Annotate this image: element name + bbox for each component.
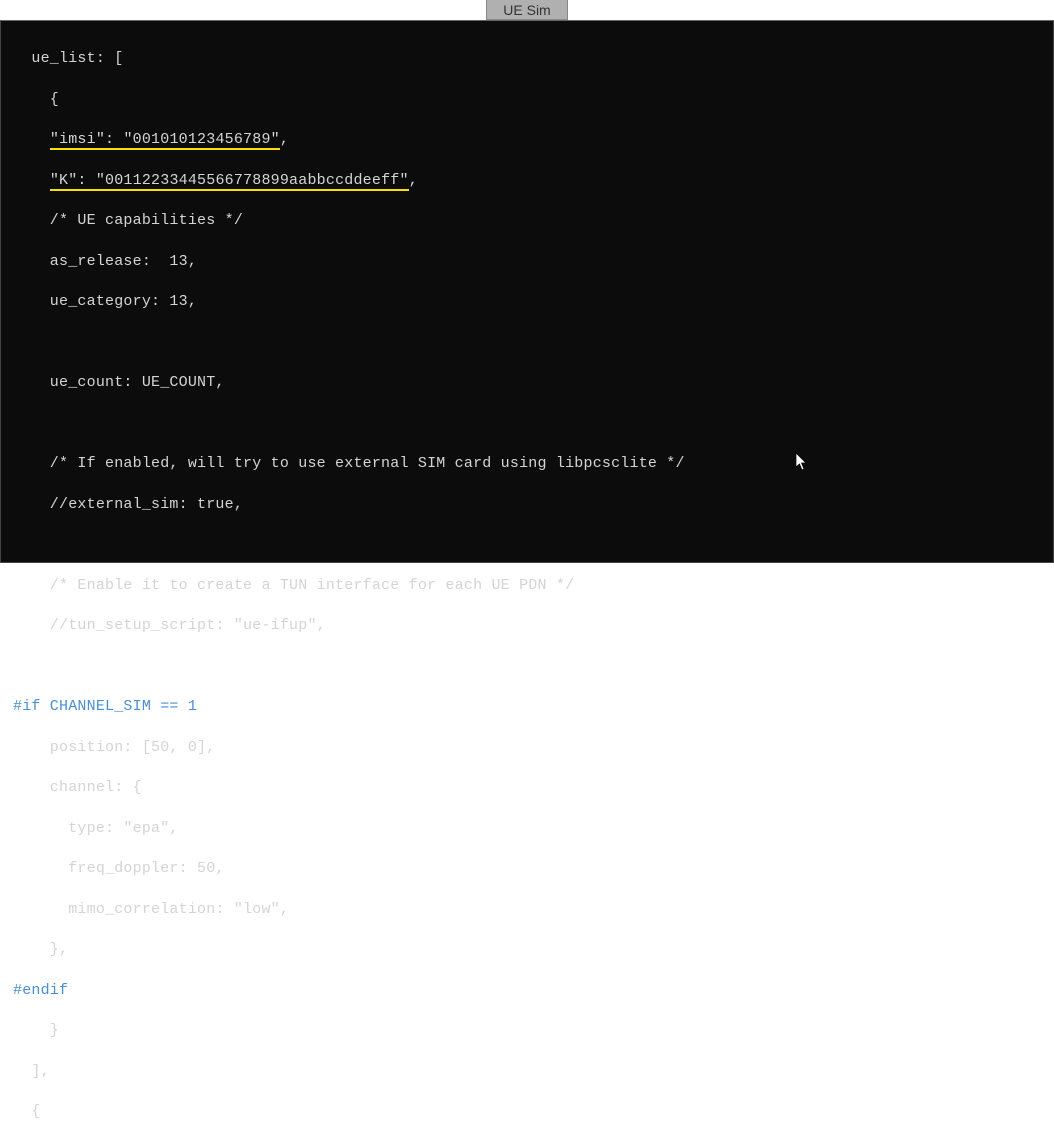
code-line: type: "epa",: [13, 819, 1041, 839]
indent: [13, 172, 50, 189]
trail: ,: [409, 172, 418, 189]
code-viewer: ue_list: [ { "imsi": "001010123456789", …: [0, 20, 1054, 563]
code-line: //external_sim: true,: [13, 495, 1041, 515]
code-line: position: [50, 0],: [13, 738, 1041, 758]
code-line: [13, 535, 1041, 555]
tab-bar: UE Sim: [0, 0, 1054, 20]
code-line-preproc-endif: #endif: [13, 981, 1041, 1001]
code-line-imsi: "imsi": "001010123456789",: [13, 130, 1041, 150]
imsi-sep: :: [105, 131, 123, 150]
tab-ue-sim[interactable]: UE Sim: [486, 0, 567, 20]
k-key: "K": [50, 172, 78, 191]
code-line: {: [13, 1102, 1041, 1122]
code-line: mimo_correlation: "low",: [13, 900, 1041, 920]
k-sep: :: [77, 172, 95, 191]
code-line: /* If enabled, will try to use external …: [13, 454, 1041, 474]
imsi-value: "001010123456789": [123, 131, 279, 150]
code-line: [13, 414, 1041, 434]
code-line: /* Enable it to create a TUN interface f…: [13, 576, 1041, 596]
code-line: ue_category: 13,: [13, 292, 1041, 312]
code-line: {: [13, 90, 1041, 110]
indent: [13, 131, 50, 148]
code-line: as_release: 13,: [13, 252, 1041, 272]
code-line: },: [13, 940, 1041, 960]
code-line: ],: [13, 1062, 1041, 1082]
code-line: [13, 657, 1041, 677]
code-line: freq_doppler: 50,: [13, 859, 1041, 879]
trail: ,: [280, 131, 289, 148]
k-value: "00112233445566778899aabbccddeeff": [96, 172, 409, 191]
code-line-k: "K": "00112233445566778899aabbccddeeff",: [13, 171, 1041, 191]
code-line: //tun_setup_script: "ue-ifup",: [13, 616, 1041, 636]
code-line: ue_count: UE_COUNT,: [13, 373, 1041, 393]
code-line: }: [13, 1021, 1041, 1041]
code-line: channel: {: [13, 778, 1041, 798]
code-line: [13, 333, 1041, 353]
code-line: /* UE capabilities */: [13, 211, 1041, 231]
code-line: ue_list: [: [13, 49, 1041, 69]
imsi-key: "imsi": [50, 131, 105, 150]
code-line-preproc-if: #if CHANNEL_SIM == 1: [13, 697, 1041, 717]
